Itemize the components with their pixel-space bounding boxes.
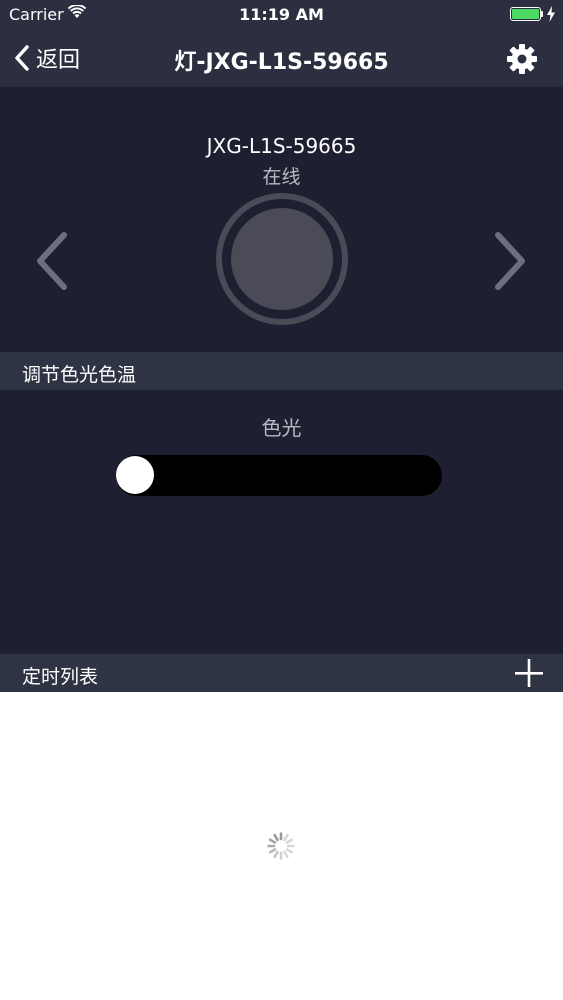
timer-section-title: 定时列表 (22, 666, 99, 688)
navigation-bar: 返回 灯-JXG-L1S-59665 (0, 30, 563, 87)
chevron-left-icon[interactable] (34, 231, 70, 291)
device-name: JXG-L1S-59665 (206, 134, 357, 158)
gear-icon[interactable] (505, 42, 539, 76)
color-control-label: 色光 (261, 416, 302, 440)
page-title: 灯-JXG-L1S-59665 (174, 50, 389, 75)
status-bar: Carrier 11:19 AM (0, 0, 563, 30)
device-status: 在线 (262, 166, 301, 188)
plus-icon[interactable] (512, 658, 546, 688)
power-circle-icon[interactable] (216, 193, 348, 325)
power-button-core (231, 208, 333, 310)
timer-section-header: 定时列表 (0, 654, 563, 692)
color-control-panel: 色光 (0, 390, 563, 654)
device-panel: JXG-L1S-59665 在线 (0, 87, 563, 352)
slider-thumb[interactable] (116, 456, 154, 494)
timer-list (0, 692, 563, 1000)
battery-icon (510, 7, 544, 21)
clock: 11:19 AM (239, 5, 324, 24)
color-section-header: 调节色光色温 (0, 352, 563, 390)
color-slider[interactable] (116, 455, 442, 496)
loading-spinner-icon (267, 832, 295, 860)
device-control-screen: Carrier 11:19 AM 返回 灯-JXG-L1S-59665 JXG-… (0, 0, 563, 1000)
color-section-title: 调节色光色温 (22, 364, 137, 386)
chevron-right-icon[interactable] (492, 231, 528, 291)
charging-bolt-icon (547, 6, 555, 22)
